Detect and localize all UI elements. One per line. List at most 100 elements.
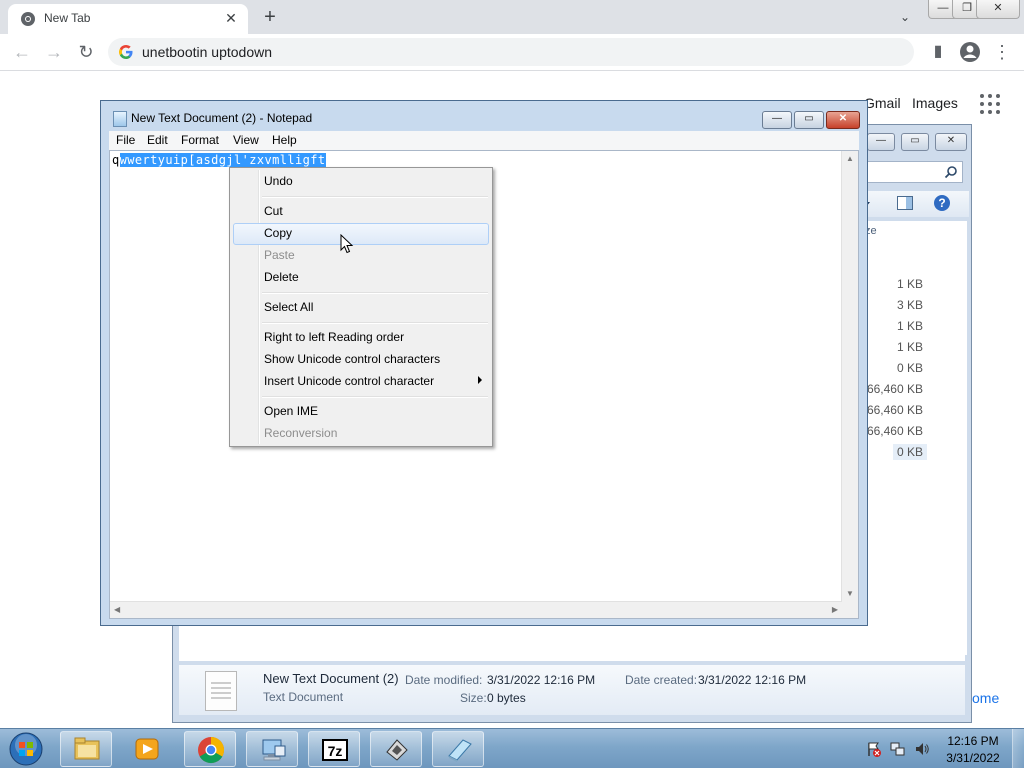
taskbar-network-setup[interactable] <box>246 731 298 767</box>
vertical-scrollbar[interactable]: ▲ ▼ <box>841 151 858 602</box>
google-apps-icon[interactable] <box>980 94 1000 114</box>
scroll-left-icon[interactable]: ◀ <box>114 606 120 614</box>
horizontal-scrollbar[interactable]: ◀ ▶ <box>110 601 842 618</box>
menu-item-cut[interactable]: Cut <box>264 204 283 218</box>
taskbar-7zip[interactable]: 7z <box>308 731 360 767</box>
size-label: Size: <box>460 691 487 705</box>
menu-help[interactable]: Help <box>272 133 297 147</box>
tab-search-icon[interactable]: ⌄ <box>894 6 916 28</box>
notepad-maximize-button[interactable]: ▭ <box>794 111 824 129</box>
gmail-link[interactable]: Gmail <box>864 95 901 111</box>
menu-edit[interactable]: Edit <box>147 133 168 147</box>
clock-date[interactable]: 3/31/2022 <box>936 751 1010 765</box>
text-document-icon <box>205 671 237 711</box>
file-size: 66,460 KB <box>866 424 923 438</box>
new-tab-button[interactable]: + <box>258 5 282 29</box>
explorer-maximize-button[interactable]: ▭ <box>901 133 929 151</box>
menu-separator <box>262 322 488 324</box>
submenu-arrow-icon <box>478 376 482 384</box>
action-center-flag-icon[interactable] <box>866 741 882 757</box>
scroll-down-icon[interactable]: ▼ <box>846 590 854 598</box>
taskbar-chrome[interactable] <box>184 731 236 767</box>
details-file-name: New Text Document (2) <box>263 671 399 686</box>
menu-item-select-all[interactable]: Select All <box>264 300 313 314</box>
7zip-icon: 7z <box>322 739 348 761</box>
help-icon[interactable]: ? <box>933 194 951 212</box>
explorer-close-button[interactable]: ✕ <box>935 133 967 151</box>
menu-item-insert-unicode[interactable]: Insert Unicode control character <box>264 374 434 388</box>
notepad-minimize-button[interactable]: — <box>762 111 792 129</box>
menu-item-undo[interactable]: Undo <box>264 174 293 188</box>
menu-item-show-unicode[interactable]: Show Unicode control characters <box>264 352 440 366</box>
navigation-pane[interactable] <box>179 625 340 661</box>
date-modified-label: Date modified: <box>405 673 483 687</box>
menu-item-open-ime[interactable]: Open IME <box>264 404 318 418</box>
date-modified-value: 3/31/2022 12:16 PM <box>487 673 596 687</box>
menu-view[interactable]: View <box>233 133 259 147</box>
menu-item-copy[interactable]: Copy <box>264 226 292 240</box>
scroll-up-icon[interactable]: ▲ <box>846 155 854 163</box>
menu-item-rtl-reading-order[interactable]: Right to left Reading order <box>264 330 404 344</box>
taskbar-disk-tool[interactable] <box>370 731 422 767</box>
menu-format[interactable]: Format <box>181 133 219 147</box>
notepad-menubar: File Edit Format View Help <box>109 131 859 150</box>
menu-separator <box>262 292 488 294</box>
taskbar-explorer[interactable] <box>60 731 112 767</box>
file-size: 1 KB <box>896 340 923 354</box>
chrome-icon <box>21 12 35 26</box>
file-size: 0 KB <box>896 361 923 375</box>
tab-title: New Tab <box>44 11 91 25</box>
show-desktop-button[interactable] <box>1012 729 1024 768</box>
explorer-file-area <box>339 625 965 661</box>
details-pane: New Text Document (2) Text Document Date… <box>179 665 965 715</box>
images-link[interactable]: Images <box>912 95 958 111</box>
back-button[interactable]: ← <box>10 40 34 64</box>
taskbar: 7z <box>0 728 1024 768</box>
tab-new-tab[interactable]: New Tab ✕ <box>8 4 248 34</box>
svg-text:?: ? <box>938 196 945 210</box>
address-text: unetbootin uptodown <box>142 44 272 60</box>
browser-close-button[interactable]: ✕ <box>976 0 1020 19</box>
preview-pane-icon[interactable] <box>897 196 913 210</box>
network-icon[interactable] <box>890 741 906 757</box>
chrome-menu-icon[interactable]: ⋮ <box>990 40 1014 64</box>
menu-item-paste: Paste <box>264 248 295 262</box>
menu-file[interactable]: File <box>116 133 135 147</box>
size-value: 0 bytes <box>487 691 526 705</box>
scroll-right-icon[interactable]: ▶ <box>832 606 838 614</box>
reload-button[interactable]: ↻ <box>74 40 98 64</box>
menu-item-reconversion: Reconversion <box>264 426 338 440</box>
notepad-icon <box>448 739 472 762</box>
start-button-icon[interactable] <box>6 731 46 767</box>
notepad-close-button[interactable]: ✕ <box>826 111 860 129</box>
details-file-type: Text Document <box>263 690 344 704</box>
taskbar-media-player[interactable] <box>120 731 172 767</box>
explorer-minimize-button[interactable]: — <box>867 133 895 151</box>
menu-item-delete[interactable]: Delete <box>264 270 299 284</box>
document-text: qwwertyuip[asdgjl'zxvmlligft <box>112 153 326 167</box>
file-size: 1 KB <box>896 277 923 291</box>
media-player-icon <box>135 738 159 760</box>
notepad-title: New Text Document (2) - Notepad <box>131 111 313 125</box>
forward-button[interactable]: → <box>42 40 66 64</box>
explorer-file-list: ze 1 KB 3 KB 1 KB 1 KB 0 KB 66,460 KB 66… <box>865 221 967 655</box>
explorer-search-input[interactable] <box>865 161 963 183</box>
side-panel-icon[interactable]: ▮ <box>926 40 950 64</box>
menu-separator <box>262 396 488 398</box>
file-size: 3 KB <box>896 298 923 312</box>
file-size: 1 KB <box>896 319 923 333</box>
volume-icon[interactable] <box>914 741 930 757</box>
scroll-corner <box>842 602 858 618</box>
address-bar[interactable]: unetbootin uptodown <box>108 38 914 66</box>
chrome-icon <box>198 736 225 764</box>
file-size-selected[interactable]: 0 KB <box>892 444 927 460</box>
taskbar-notepad[interactable] <box>432 731 484 767</box>
date-created-label: Date created: <box>625 673 698 687</box>
profile-avatar-icon[interactable] <box>958 40 982 64</box>
clock-time[interactable]: 12:16 PM <box>936 734 1010 748</box>
tab-close-icon[interactable]: ✕ <box>222 9 240 27</box>
mouse-cursor-icon <box>340 234 354 254</box>
file-size: 66,460 KB <box>866 382 923 396</box>
chrome-tabstrip: New Tab ✕ + ⌄ — ❐ ✕ <box>0 0 1024 34</box>
google-home-link[interactable]: ome <box>972 690 999 706</box>
